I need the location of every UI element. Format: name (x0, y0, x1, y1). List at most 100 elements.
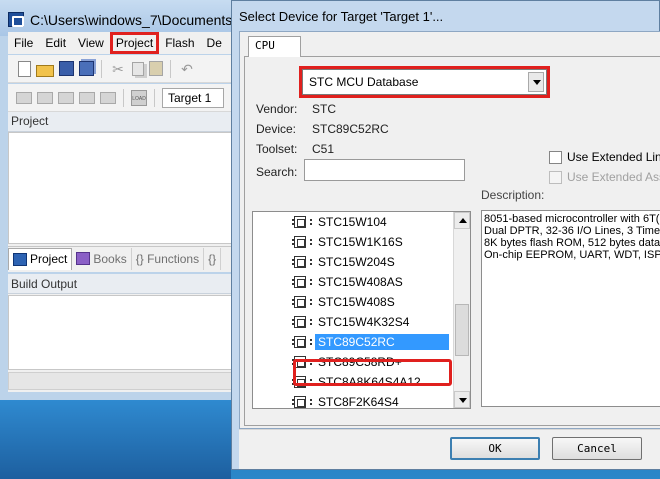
tab-books[interactable]: Books (72, 247, 132, 270)
download-load-icon[interactable]: LOAD (131, 89, 147, 106)
dialog-client-area: CPU STC MCU Database Vendor: STC Device:… (239, 31, 660, 429)
target-select[interactable]: Target 1 (162, 87, 224, 108)
build-toolbar: LOAD Target 1 (8, 84, 245, 112)
chip-icon (292, 236, 312, 248)
chip-icon (292, 256, 312, 268)
stop-build-icon[interactable] (100, 91, 116, 104)
save-all-icon[interactable] (79, 61, 94, 76)
tab-functions-label: {} Functions (135, 251, 200, 266)
main-title-bar[interactable]: C:\Users\windows_7\Documents\1. (0, 0, 248, 36)
copy-icon[interactable] (132, 61, 144, 76)
vendor-label: Vendor: (256, 102, 298, 116)
device-list-item-label: STC15W104 (318, 215, 387, 229)
use-extended-linker-checkbox[interactable] (549, 151, 562, 164)
device-database-value: STC MCU Database (309, 75, 419, 89)
cut-icon[interactable]: ✂ (109, 60, 127, 78)
description-text[interactable]: 8051-based microcontroller with 6T(6- Du… (481, 210, 660, 407)
build-output-horizontal-scrollbar[interactable] (8, 372, 245, 390)
device-value: STC89C52RC (312, 122, 389, 136)
description-line: Dual DPTR, 32-36 I/O Lines, 3 Timers (484, 225, 660, 237)
dialog-title: Select Device for Target 'Target 1'... (239, 9, 444, 24)
use-extended-linker-label: Use Extended Linke (567, 150, 660, 164)
tab-functions[interactable]: {} Functions (132, 247, 205, 270)
ok-button[interactable]: OK (450, 437, 540, 460)
toolbar-separator (154, 88, 155, 107)
scrollbar-thumb[interactable] (455, 304, 469, 356)
toolset-value: C51 (312, 142, 335, 156)
desktop-background (0, 400, 231, 479)
device-list-item-label: STC8F2K64S4 (318, 395, 399, 409)
select-device-dialog: Select Device for Target 'Target 1'... C… (231, 0, 660, 470)
cancel-button[interactable]: Cancel (552, 437, 642, 460)
device-list-item[interactable]: STC15W204S (253, 252, 454, 272)
menu-flash[interactable]: Flash (159, 32, 200, 54)
new-file-icon[interactable] (18, 60, 31, 77)
device-list-item[interactable]: STC8F2K64S4 (253, 392, 454, 409)
device-list-item[interactable]: STC15W408S (253, 292, 454, 312)
toolbar-separator (170, 59, 171, 78)
uvision-main-window: C:\Users\windows_7\Documents\1. File Edi… (0, 0, 248, 400)
project-tree[interactable] (8, 132, 245, 244)
paste-icon[interactable] (149, 61, 163, 76)
device-database-select[interactable]: STC MCU Database (299, 66, 550, 98)
chip-icon (292, 296, 312, 308)
chevron-down-icon[interactable] (528, 72, 544, 92)
toolbar-separator (123, 88, 124, 107)
device-label: Device: (256, 122, 297, 136)
tab-project-label: Project (30, 252, 68, 266)
toolset-label: Toolset: (256, 142, 298, 156)
uvision-app-icon (8, 12, 24, 27)
chip-icon (292, 276, 312, 288)
rebuild-icon[interactable] (58, 91, 74, 104)
dialog-button-bar: OK Cancel (239, 429, 660, 469)
device-list-item-label: STC15W1K16S (318, 235, 403, 249)
build-output-text[interactable] (8, 295, 245, 370)
scroll-down-arrow-icon[interactable] (454, 391, 470, 408)
search-input[interactable] (304, 159, 465, 181)
use-extended-assembler-label: Use Extended Asse (567, 170, 660, 184)
tab-cpu[interactable]: CPU (248, 36, 301, 57)
description-line: On-chip EEPROM, UART, WDT, ISP (484, 249, 660, 261)
device-tree-list[interactable]: STC15W104 STC15W1K16S STC15W204S STC15W4… (252, 211, 471, 409)
scroll-up-arrow-icon[interactable] (454, 212, 470, 229)
menu-view[interactable]: View (72, 32, 110, 54)
chip-icon (292, 216, 312, 228)
selected-device-highlight (293, 359, 452, 386)
chip-icon (292, 396, 312, 408)
file-toolbar: ✂ ↶ (8, 55, 245, 83)
device-list-item-label: STC15W408AS (318, 275, 403, 289)
menu-edit[interactable]: Edit (39, 32, 72, 54)
menu-debug[interactable]: De (201, 32, 228, 54)
books-icon (76, 252, 91, 265)
device-list-item-label: STC15W408S (318, 295, 395, 309)
main-window-title: C:\Users\windows_7\Documents\1. (30, 12, 248, 28)
project-panel: Project Project Books {} Functions {} (8, 112, 245, 272)
project-panel-tabs: Project Books {} Functions {} (8, 246, 245, 270)
device-list-item[interactable]: STC15W408AS (253, 272, 454, 292)
project-panel-title: Project (8, 112, 245, 132)
device-list-item-selected[interactable]: STC89C52RC (253, 332, 454, 352)
description-label: Description: (481, 188, 545, 202)
project-tab-icon (13, 252, 27, 266)
use-extended-assembler-checkbox[interactable] (549, 171, 562, 184)
tab-templates[interactable]: {} (204, 247, 222, 270)
undo-icon[interactable]: ↶ (178, 60, 196, 78)
device-list-item[interactable]: STC15W4K32S4 (253, 312, 454, 332)
device-list-item[interactable]: STC15W104 (253, 212, 454, 232)
device-list-item-label: STC15W4K32S4 (318, 315, 410, 329)
save-icon[interactable] (59, 61, 74, 76)
translate-icon[interactable] (16, 91, 32, 104)
device-list-item[interactable]: STC15W1K16S (253, 232, 454, 252)
tab-project[interactable]: Project (8, 247, 73, 270)
open-folder-icon[interactable] (36, 64, 54, 77)
menu-file[interactable]: File (8, 32, 39, 54)
description-line: 8051-based microcontroller with 6T(6- (484, 213, 660, 225)
build-output-title: Build Output (8, 274, 245, 294)
menu-project[interactable]: Project (109, 32, 160, 54)
device-list-item-label: STC15W204S (318, 255, 395, 269)
device-list-item-label: STC89C52RC (315, 334, 449, 350)
search-label: Search: (256, 165, 298, 179)
build-icon[interactable] (37, 91, 53, 104)
device-list-scrollbar[interactable] (453, 212, 470, 408)
batch-build-icon[interactable] (79, 91, 95, 104)
